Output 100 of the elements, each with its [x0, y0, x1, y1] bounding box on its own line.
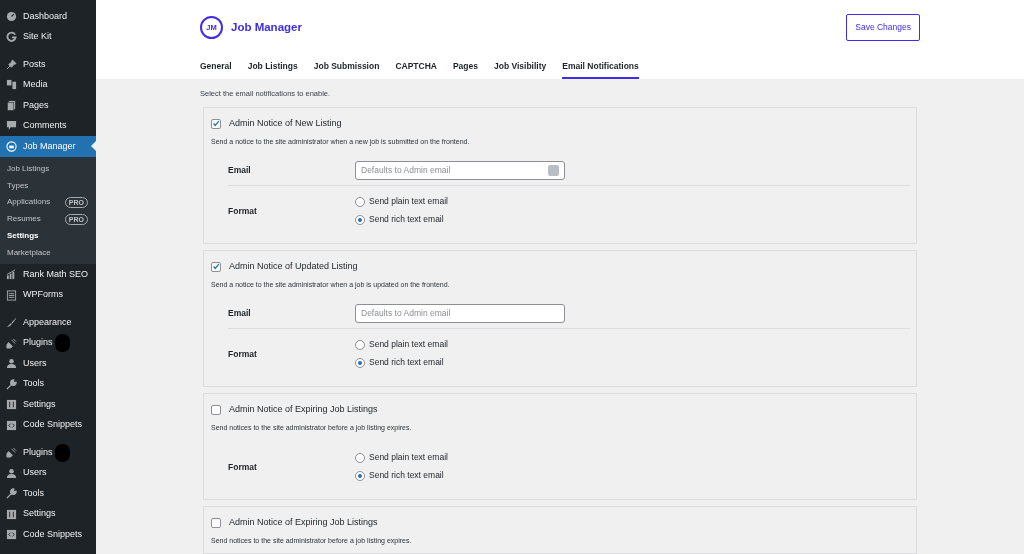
sidebar-item[interactable]: Dashboard	[0, 6, 96, 27]
plug-icon	[6, 337, 17, 349]
tab[interactable]: Job Visibility	[494, 59, 547, 79]
sidebar-item[interactable]: Site Kit	[0, 26, 96, 47]
submenu-label: Resumes	[7, 213, 41, 226]
sidebar-label: Tools	[23, 486, 44, 500]
radio-label: Send plain text email	[369, 338, 448, 352]
speech-bubble-icon	[6, 120, 17, 132]
checkbox[interactable]	[211, 404, 221, 415]
radio-button[interactable]	[355, 357, 365, 368]
gauge-icon	[6, 10, 17, 22]
radio-button[interactable]	[355, 339, 365, 350]
sidebar-label: Settings	[23, 507, 56, 521]
sidebar-item[interactable]: Plugins	[0, 442, 96, 463]
notification-title: Admin Notice of New Listing	[229, 116, 342, 130]
submenu-item[interactable]: Job Listings	[0, 160, 96, 178]
radio-label: Send rich text email	[369, 213, 444, 227]
wrench-icon	[6, 378, 17, 390]
notification-title: Admin Notice of Expiring Job Listings	[229, 515, 378, 529]
sidebar-item[interactable]: Settings	[0, 503, 96, 525]
sidebar-item[interactable]: Job Manager	[0, 136, 96, 157]
field-label: Email	[228, 163, 252, 177]
pushpin-icon	[6, 58, 17, 70]
checkbox[interactable]	[211, 517, 221, 528]
sidebar-item[interactable]: Settings	[0, 394, 96, 415]
save-changes-button[interactable]: Save Changes	[846, 14, 920, 41]
radio-button[interactable]	[355, 452, 365, 463]
submenu-item[interactable]: Types	[0, 177, 96, 195]
user-icon	[6, 358, 17, 370]
radio-label: Send plain text email	[369, 451, 448, 465]
sidebar-label: Users	[23, 466, 47, 480]
sidebar-label: Media	[23, 78, 48, 91]
tab[interactable]: CAPTCHA	[395, 59, 437, 79]
sidebar-item[interactable]: Users	[0, 462, 96, 484]
chart-icon	[6, 269, 17, 281]
sidebar-label: Comments	[23, 119, 67, 132]
sidebar-item[interactable]: WPForms	[0, 284, 96, 306]
sidebar-item[interactable]: Media	[0, 74, 96, 95]
sidebar-label: Posts	[23, 57, 46, 71]
sidebar-label: Dashboard	[23, 9, 68, 23]
app-title: Job Manager	[231, 19, 302, 35]
field-label: Format	[228, 460, 258, 474]
sidebar-label: Plugins	[23, 445, 53, 459]
letter-g-icon	[6, 31, 17, 43]
sidebar-item[interactable]: Rank Math SEO	[0, 264, 96, 285]
tab[interactable]: Job Submission	[313, 59, 380, 79]
sidebar-label: Pages	[23, 98, 49, 112]
paintbrush-icon	[6, 317, 17, 329]
radio-label: Send rich text email	[369, 469, 444, 483]
field-label: Email	[228, 306, 252, 320]
code-icon	[6, 529, 17, 541]
sidebar-label: Code Snippets	[23, 527, 83, 541]
sidebar-label: Site Kit	[23, 30, 52, 43]
radio-button[interactable]	[355, 196, 365, 207]
tab[interactable]: Pages	[452, 59, 478, 79]
sidebar-item[interactable]: Tools	[0, 483, 96, 504]
form-icon	[6, 289, 17, 301]
sidebar-label: Code Snippets	[23, 418, 83, 432]
pages-icon	[6, 99, 17, 111]
submenu-label: Applications	[7, 196, 51, 209]
email-field[interactable]: Defaults to Admin email	[355, 303, 565, 323]
tab[interactable]: General	[200, 59, 232, 79]
sidebar-item[interactable]: Pages	[0, 95, 96, 116]
submenu-item[interactable]: Marketplace	[0, 244, 96, 262]
sidebar-item[interactable]: Comments	[0, 115, 96, 136]
sidebar-item[interactable]: Appearance	[0, 312, 96, 333]
tab[interactable]: Email Notifications	[562, 59, 639, 79]
submenu-item[interactable]: Settings	[0, 227, 96, 245]
radio-label: Send plain text email	[369, 195, 448, 209]
email-field[interactable]: Defaults to Admin email	[355, 160, 565, 180]
sliders-icon	[6, 508, 17, 520]
sidebar-item[interactable]: Code Snippets	[0, 524, 96, 545]
code-icon	[6, 419, 17, 431]
sliders-icon	[6, 399, 17, 411]
notification-title: Admin Notice of Expiring Job Listings	[229, 402, 378, 416]
sidebar-label: Job Manager	[23, 139, 76, 153]
sidebar-label: Settings	[23, 397, 56, 411]
pointer-icon	[91, 141, 96, 151]
sidebar-label: WPForms	[23, 288, 63, 302]
sidebar-item[interactable]: Code Snippets	[0, 414, 96, 436]
checkbox[interactable]	[211, 118, 221, 129]
sidebar-label: Appearance	[23, 315, 72, 329]
wrench-icon	[6, 488, 17, 500]
sidebar-item[interactable]: Users	[0, 353, 96, 374]
field-label: Format	[228, 204, 258, 218]
notification-title: Admin Notice of Updated Listing	[229, 259, 358, 273]
radio-button[interactable]	[355, 214, 365, 225]
sidebar-item[interactable]: Posts	[0, 54, 96, 75]
checkbox[interactable]	[211, 261, 221, 272]
sidebar-item[interactable]: Plugins	[0, 332, 96, 354]
sidebar-item[interactable]: Tools	[0, 373, 96, 395]
sidebar-label: Tools	[23, 377, 44, 391]
plug-icon	[6, 447, 17, 459]
sidebar-label: Rank Math SEO	[23, 267, 89, 281]
field-label: Format	[228, 347, 258, 361]
user-icon	[6, 467, 17, 479]
radio-label: Send rich text email	[369, 356, 444, 370]
media-icon	[6, 79, 17, 91]
radio-button[interactable]	[355, 470, 365, 481]
tab[interactable]: Job Listings	[247, 59, 298, 79]
